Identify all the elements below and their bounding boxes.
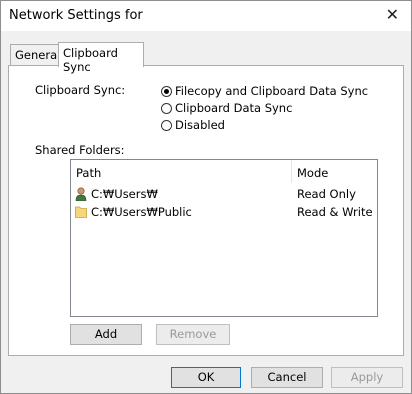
radio-label: Clipboard Data Sync xyxy=(175,101,293,115)
radio-empty-icon xyxy=(161,102,172,114)
row-path: C:₩Users₩Public xyxy=(91,204,192,219)
column-header-mode[interactable]: Mode xyxy=(297,166,328,180)
window-title: Network Settings for xyxy=(9,8,143,23)
column-divider[interactable] xyxy=(291,160,292,183)
tab-strip: General Clipboard Sync xyxy=(1,42,411,74)
radio-empty-icon xyxy=(161,119,172,131)
radio-disabled[interactable]: Disabled xyxy=(161,118,225,132)
tab-general[interactable]: General xyxy=(10,44,60,65)
shared-folders-label: Shared Folders: xyxy=(35,143,125,157)
apply-button[interactable]: Apply xyxy=(331,367,403,388)
tab-clipboard-sync[interactable]: Clipboard Sync xyxy=(58,42,144,74)
radio-selected-icon xyxy=(161,85,172,97)
cancel-button[interactable]: Cancel xyxy=(251,367,323,388)
table-row[interactable]: C:₩Users₩Public Read & Write xyxy=(75,203,375,220)
radio-clipboard-data-sync[interactable]: Clipboard Data Sync xyxy=(161,101,292,115)
title-bar[interactable]: Network Settings for ✕ xyxy=(1,1,411,31)
row-mode: Read & Write xyxy=(297,204,373,219)
clipboard-sync-panel: Clipboard Sync: Filecopy and Clipboard D… xyxy=(8,65,404,356)
shared-folders-list[interactable]: Path Mode C:₩Users₩ Read Only C:₩Users₩P… xyxy=(70,159,378,317)
ok-button[interactable]: OK xyxy=(171,367,241,388)
clipboard-sync-label: Clipboard Sync: xyxy=(35,83,126,97)
radio-filecopy-and-clipboard-data-sync[interactable]: Filecopy and Clipboard Data Sync xyxy=(161,84,368,98)
remove-button[interactable]: Remove xyxy=(156,324,230,345)
table-row[interactable]: C:₩Users₩ Read Only xyxy=(75,185,375,202)
folder-icon xyxy=(75,206,87,218)
column-header-path[interactable]: Path xyxy=(76,166,101,180)
radio-label: Disabled xyxy=(175,118,225,132)
close-icon[interactable]: ✕ xyxy=(386,5,399,25)
user-icon xyxy=(75,186,87,201)
row-path: C:₩Users₩ xyxy=(91,186,158,201)
add-button[interactable]: Add xyxy=(70,324,142,345)
radio-label: Filecopy and Clipboard Data Sync xyxy=(175,84,369,98)
row-mode: Read Only xyxy=(297,186,356,201)
network-settings-window: Network Settings for ✕ General Clipboard… xyxy=(0,0,412,394)
